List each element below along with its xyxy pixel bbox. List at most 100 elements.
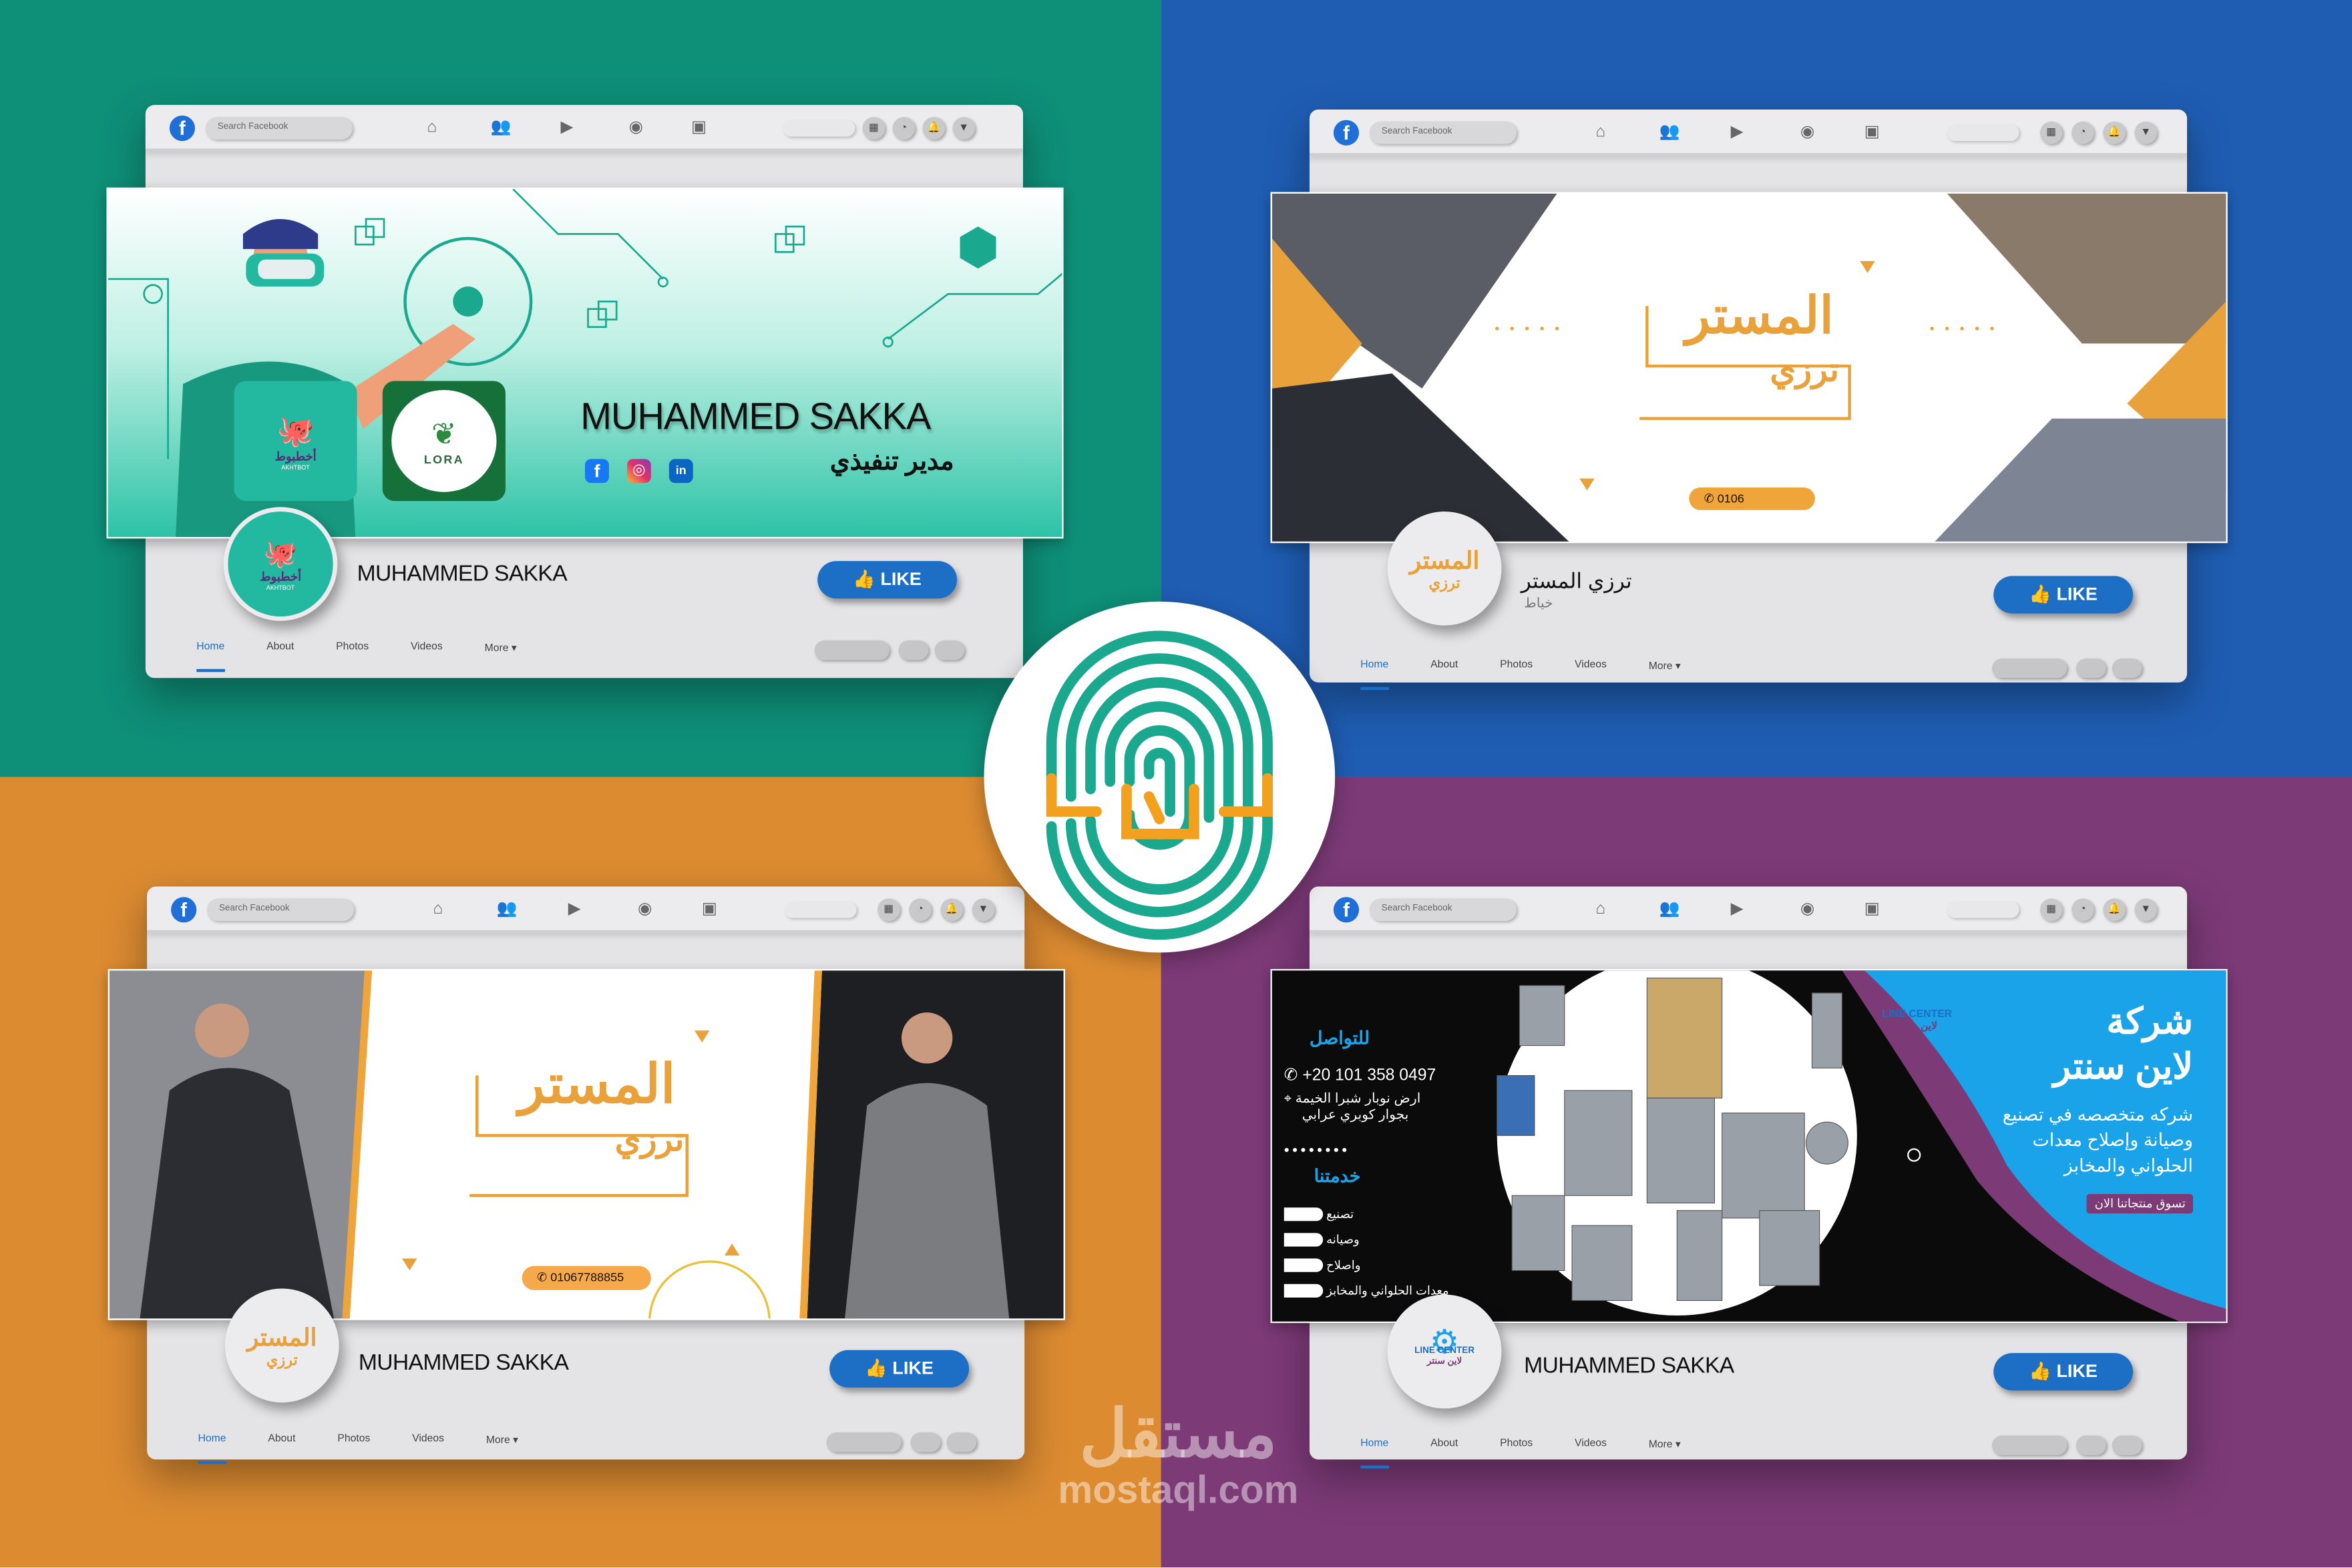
facebook-logo-icon[interactable]: f	[1333, 120, 1360, 146]
action-pill[interactable]	[826, 1432, 902, 1452]
bell-icon[interactable]: 🔔	[922, 117, 946, 140]
messenger-icon[interactable]: ◔	[892, 117, 916, 140]
action-pill[interactable]	[1991, 658, 2068, 678]
action-pill[interactable]	[1991, 1435, 2068, 1455]
gaming-icon[interactable]: ▣	[699, 898, 720, 919]
search-input[interactable]: Search Facebook	[206, 898, 355, 922]
messenger-icon[interactable]: ◔	[909, 898, 932, 922]
menu-grid-icon[interactable]: ▦	[2039, 121, 2063, 144]
linkedin-icon[interactable]: in	[668, 459, 693, 483]
home-icon[interactable]: ⌂	[427, 898, 448, 919]
like-button[interactable]: 👍 LIKE	[829, 1350, 970, 1388]
action-circle[interactable]	[934, 640, 965, 660]
octopus-icon: 🐙	[263, 538, 298, 568]
avatar[interactable]: المستر ترزي	[1387, 511, 1502, 626]
gaming-icon[interactable]: ▣	[1862, 122, 1883, 142]
tab-photos[interactable]: Photos	[1500, 1438, 1533, 1468]
tab-home[interactable]: Home	[1360, 1438, 1389, 1469]
caret-down-icon[interactable]: ▼	[2134, 121, 2158, 144]
facebook-logo-icon[interactable]: f	[1333, 897, 1360, 923]
action-circle[interactable]	[910, 1432, 941, 1452]
action-pill[interactable]	[814, 640, 890, 660]
page-category: خياط	[1524, 595, 1553, 611]
whatsapp-phone-pill[interactable]: ✆ 0106	[1689, 487, 1815, 510]
photo-sewing-tools	[1947, 193, 2226, 344]
like-button[interactable]: 👍 LIKE	[1993, 1353, 2134, 1391]
home-icon[interactable]: ⌂	[421, 117, 442, 138]
tab-more[interactable]: More ▾	[1649, 1438, 1681, 1468]
tab-about[interactable]: About	[268, 1434, 295, 1464]
friends-icon[interactable]: 👥	[496, 898, 518, 919]
caret-down-icon[interactable]: ▼	[2134, 898, 2158, 922]
bell-icon[interactable]: 🔔	[2103, 898, 2126, 922]
action-circle[interactable]	[898, 640, 929, 660]
tab-videos[interactable]: Videos	[411, 642, 443, 672]
menu-grid-icon[interactable]: ▦	[2039, 898, 2063, 922]
tab-more[interactable]: More ▾	[485, 642, 517, 672]
action-circle[interactable]	[946, 1432, 977, 1452]
tab-photos[interactable]: Photos	[337, 1434, 370, 1464]
avatar[interactable]: ⚙ LINE CENTER لاين سنتر	[1387, 1294, 1502, 1409]
caret-down-icon[interactable]: ▼	[952, 117, 976, 140]
phone-icon: ✆	[1284, 1066, 1298, 1085]
tailor-logo-sub: ترزي	[614, 1120, 684, 1159]
watch-icon[interactable]: ▶	[1726, 122, 1747, 142]
avatar[interactable]: المستر ترزي	[224, 1288, 339, 1403]
avatar[interactable]: 🐙 أخطبوط AKHTBOT	[223, 507, 338, 621]
tab-home[interactable]: Home	[1360, 660, 1389, 691]
tab-about[interactable]: About	[1430, 1438, 1458, 1468]
like-button[interactable]: 👍 LIKE	[1993, 576, 2134, 614]
action-circle[interactable]	[2112, 658, 2142, 678]
groups-icon[interactable]: ◉	[634, 898, 655, 919]
tab-videos[interactable]: Videos	[412, 1434, 444, 1464]
tab-more[interactable]: More ▾	[486, 1434, 518, 1464]
profile-pill[interactable]	[783, 120, 855, 137]
home-icon[interactable]: ⌂	[1590, 122, 1611, 142]
shop-now-button[interactable]: تسوق منتجاتنا الان	[2087, 1193, 2193, 1214]
like-button[interactable]: 👍 LIKE	[817, 561, 958, 599]
watch-icon[interactable]: ▶	[564, 898, 585, 919]
cover-photo: 🐙 أخطبوط AKHTBOT ❦ LORA MUHAMMED SAKKA م…	[106, 187, 1064, 539]
facebook-logo-icon[interactable]: f	[171, 897, 197, 923]
facebook-logo-icon[interactable]: f	[169, 115, 196, 142]
menu-grid-icon[interactable]: ▦	[877, 898, 900, 922]
action-circle[interactable]	[2112, 1435, 2142, 1455]
tab-photos[interactable]: Photos	[1500, 660, 1533, 690]
tab-home[interactable]: Home	[196, 642, 225, 672]
action-circle[interactable]	[2076, 658, 2106, 678]
whatsapp-phone-pill[interactable]: ✆ 01067788855	[522, 1265, 651, 1290]
profile-pill[interactable]	[1947, 124, 2019, 142]
search-input[interactable]: Search Facebook	[205, 117, 353, 140]
tab-videos[interactable]: Videos	[1575, 1438, 1607, 1468]
tab-about[interactable]: About	[266, 642, 294, 672]
gaming-icon[interactable]: ▣	[1862, 898, 1883, 919]
facebook-icon[interactable]: f	[585, 459, 609, 483]
gaming-icon[interactable]: ▣	[689, 117, 709, 138]
menu-grid-icon[interactable]: ▦	[862, 117, 886, 140]
search-input[interactable]: Search Facebook	[1369, 898, 1517, 922]
friends-icon[interactable]: 👥	[491, 117, 512, 138]
search-input[interactable]: Search Facebook	[1369, 121, 1517, 144]
tab-videos[interactable]: Videos	[1575, 660, 1607, 690]
friends-icon[interactable]: 👥	[1659, 898, 1680, 919]
instagram-icon[interactable]: ◎	[626, 459, 651, 483]
tab-photos[interactable]: Photos	[336, 642, 369, 672]
home-icon[interactable]: ⌂	[1590, 898, 1611, 919]
tab-more[interactable]: More ▾	[1649, 660, 1681, 690]
tab-about[interactable]: About	[1430, 660, 1458, 690]
action-circle[interactable]	[2076, 1435, 2106, 1455]
messenger-icon[interactable]: ◔	[2072, 121, 2094, 144]
bell-icon[interactable]: 🔔	[2103, 121, 2126, 144]
groups-icon[interactable]: ◉	[626, 117, 646, 138]
profile-pill[interactable]	[1947, 901, 2019, 918]
groups-icon[interactable]: ◉	[1797, 898, 1818, 919]
watch-icon[interactable]: ▶	[1726, 898, 1747, 919]
bell-icon[interactable]: 🔔	[940, 898, 964, 922]
tab-home[interactable]: Home	[198, 1434, 226, 1464]
friends-icon[interactable]: 👥	[1659, 122, 1680, 142]
profile-pill[interactable]	[784, 901, 857, 918]
groups-icon[interactable]: ◉	[1797, 122, 1818, 142]
messenger-icon[interactable]: ◔	[2072, 898, 2094, 922]
page-tabs: Home About Photos Videos More ▾	[198, 1434, 560, 1464]
watch-icon[interactable]: ▶	[556, 117, 577, 138]
